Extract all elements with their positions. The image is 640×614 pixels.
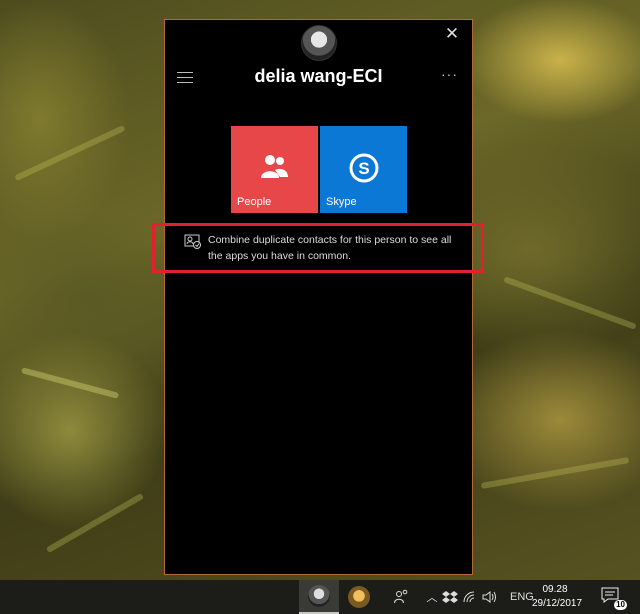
people-icon — [394, 589, 408, 604]
combine-contacts-message: Combine duplicate contacts for this pers… — [208, 234, 452, 262]
language-indicator[interactable]: ENG — [510, 591, 534, 603]
taskbar-contact-2[interactable] — [339, 580, 379, 614]
skype-icon: S — [349, 153, 379, 183]
skype-tile-label: Skype — [326, 196, 357, 208]
clock-time: 09.28 — [542, 584, 568, 595]
people-icon — [261, 155, 288, 178]
contact-avatar-small — [308, 585, 330, 607]
volume-icon[interactable] — [482, 590, 498, 604]
people-tile-label: People — [237, 196, 272, 208]
more-options-button[interactable]: ··· — [441, 66, 458, 82]
wifi-icon[interactable] — [462, 590, 478, 604]
skype-app-tile[interactable]: S Skype — [320, 126, 407, 213]
taskbar-contact-delia[interactable] — [299, 580, 339, 614]
clock-date: 29/12/2017 — [532, 598, 583, 609]
action-center-button[interactable]: 10 — [601, 587, 627, 610]
chevron-up-icon[interactable]: ︿ — [424, 589, 440, 605]
contact-card-icon — [184, 234, 201, 249]
people-app-tile[interactable]: People — [231, 126, 318, 213]
svg-text:S: S — [358, 159, 369, 178]
people-bar-button[interactable] — [381, 580, 421, 614]
dropbox-icon[interactable] — [442, 590, 458, 604]
taskbar: ︿ ENG 09.28 29/12/2017 10 — [0, 580, 640, 614]
notification-count-badge: 10 — [614, 600, 627, 610]
contact-avatar — [301, 25, 337, 61]
system-tray: ︿ ENG — [424, 580, 534, 614]
contact-name: delia wang-ECI — [254, 66, 383, 86]
contact-avatar-small — [348, 586, 370, 608]
clock[interactable]: 09.28 29/12/2017 — [532, 583, 583, 611]
contact-card-window: ✕ delia wang-ECI ··· People S Skype — [164, 19, 473, 575]
close-button[interactable]: ✕ — [442, 24, 462, 44]
